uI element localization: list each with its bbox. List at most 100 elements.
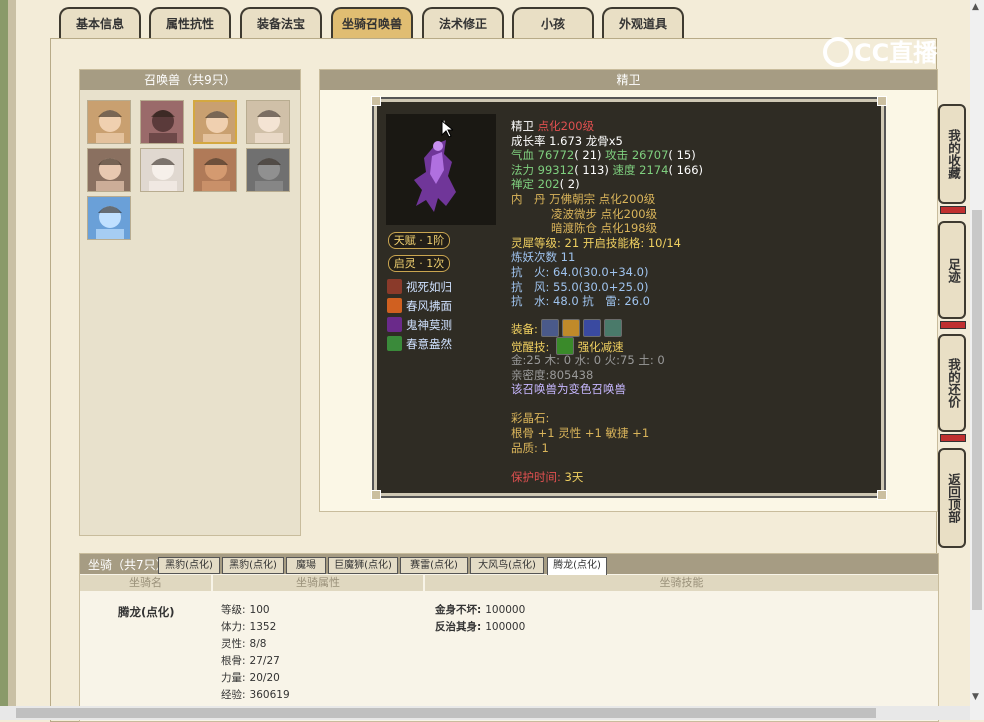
side-button-divider xyxy=(940,321,966,329)
pet-extra-info: 金:25 木: 0 水: 0 火:75 土: 0 亲密度:805438 该召唤兽… xyxy=(511,353,665,484)
summon-thumb[interactable] xyxy=(193,100,237,144)
tab-6[interactable]: 外观道具 xyxy=(602,7,684,38)
equip-slot-icon[interactable] xyxy=(540,319,559,337)
pet-name: 精卫 xyxy=(511,119,534,133)
tab-5[interactable]: 小孩 xyxy=(512,7,594,38)
card-corner xyxy=(371,490,381,500)
summon-thumb[interactable] xyxy=(87,148,131,192)
pet-skill-row[interactable]: 鬼神莫测 xyxy=(387,317,452,333)
mount-tab-6[interactable]: 腾龙(点化) xyxy=(547,557,607,576)
equip-row: 装备: xyxy=(511,319,622,337)
mount-attr-value: 360619 xyxy=(249,689,290,701)
awake-skill-name: 强化减速 xyxy=(577,340,624,354)
mount-tab-0[interactable]: 黑豹(点化) xyxy=(158,557,220,574)
scroll-down-arrow-icon[interactable]: ▼ xyxy=(972,692,979,702)
elements: 金:25 木: 0 水: 0 火:75 土: 0 xyxy=(511,353,665,367)
mount-attr-value: 27/27 xyxy=(249,655,280,667)
summon-thumb[interactable] xyxy=(87,196,131,240)
mount-attr-row: 灵性: 8/8 xyxy=(221,636,266,653)
inner-dan-label: 内 丹 xyxy=(511,191,546,206)
pet-skill-name: 春意盎然 xyxy=(406,337,452,351)
summon-thumb[interactable] xyxy=(140,148,184,192)
col-mount-attr: 坐骑属性 xyxy=(213,575,423,591)
skill-grid-label: 开启技能格: xyxy=(582,235,645,250)
cc-live-logo-icon: CC直播 xyxy=(823,37,938,67)
col-mount-name: 坐骑名 xyxy=(80,575,211,591)
mount-tab-1[interactable]: 黑豹(点化) xyxy=(222,557,284,574)
mount-skill-value: 100000 xyxy=(485,621,526,633)
spd-plus: ( 166) xyxy=(668,162,704,177)
summon-thumb[interactable] xyxy=(193,148,237,192)
side-button-0[interactable]: 我的收藏 xyxy=(938,104,966,204)
scroll-up-arrow-icon[interactable]: ▲ xyxy=(972,2,979,12)
resist-fire: 抗 火: 64.0(30.0+34.0) xyxy=(511,264,649,279)
pet-detail-title: 精卫 xyxy=(320,70,937,90)
summon-thumb[interactable] xyxy=(246,100,290,144)
skill-grid-value: 10/14 xyxy=(647,235,682,250)
mount-tab-4[interactable]: 赛雷(点化) xyxy=(400,557,468,574)
tab-4[interactable]: 法术修正 xyxy=(422,7,504,38)
summon-thumb[interactable] xyxy=(246,148,290,192)
summon-thumb[interactable] xyxy=(87,100,131,144)
mount-attr-row: 等级: 100 xyxy=(221,602,270,619)
tab-0[interactable]: 基本信息 xyxy=(59,7,141,38)
vertical-scroll-thumb[interactable] xyxy=(972,210,982,610)
inner-dan-1: 万佛朝宗 点化200级 xyxy=(549,191,656,206)
pet-skill-icon xyxy=(387,336,402,351)
variant-note: 该召唤兽为变色召唤兽 xyxy=(511,382,626,397)
tab-3[interactable]: 坐骑召唤兽 xyxy=(331,7,413,38)
side-button-3[interactable]: 返回顶部 xyxy=(938,448,966,548)
protect-label: 保护时间: xyxy=(511,469,561,484)
mp-plus: ( 113) xyxy=(574,162,609,177)
mount-tab-3[interactable]: 巨魔狮(点化) xyxy=(328,557,398,574)
equip-slot-icon[interactable] xyxy=(561,319,580,337)
pet-info-text: 精卫 点化200级 成长率 1.673 龙骨x5 气血 76772( 21) 攻… xyxy=(511,119,703,309)
zen-label: 禅定 xyxy=(511,177,534,192)
zen-value: 202 xyxy=(537,177,560,192)
side-button-2[interactable]: 我的还价 xyxy=(938,334,966,432)
summon-thumb[interactable] xyxy=(140,100,184,144)
pet-skill-icon xyxy=(387,279,402,294)
gem-label: 彩晶石: xyxy=(511,411,550,426)
pet-skill-row[interactable]: 春意盎然 xyxy=(387,336,452,352)
mp-value: 99312 xyxy=(537,162,575,177)
mount-tab-2[interactable]: 魔瑒 xyxy=(286,557,326,574)
mount-attr-row: 体力: 1352 xyxy=(221,619,276,636)
hp-value: 76772 xyxy=(537,148,575,163)
mount-attr-label: 经验: xyxy=(221,689,246,701)
horizontal-scroll-thumb[interactable] xyxy=(16,708,876,718)
tab-1[interactable]: 属性抗性 xyxy=(149,7,231,38)
left-edge-inner xyxy=(8,0,16,720)
refine-count: 炼妖次数 11 xyxy=(511,250,576,265)
pet-skill-name: 视死如归 xyxy=(406,280,452,294)
pet-skill-name: 鬼神莫测 xyxy=(406,318,452,332)
soul-label: 灵犀等级: xyxy=(511,235,561,250)
mount-attr-value: 8/8 xyxy=(249,638,267,650)
pet-skill-row[interactable]: 视死如归 xyxy=(387,279,452,295)
spd-label: 速度 xyxy=(612,162,636,177)
side-button-1[interactable]: 足迹 xyxy=(938,221,966,319)
mouse-cursor-icon xyxy=(441,120,453,138)
qiling-badge[interactable]: 启灵 · 1次 xyxy=(388,255,450,272)
pet-skill-row[interactable]: 春风拂面 xyxy=(387,298,452,314)
mount-skill-value: 100000 xyxy=(485,604,526,616)
equip-slot-icon[interactable] xyxy=(603,319,622,337)
mount-attr-label: 体力: xyxy=(221,621,246,633)
card-corner xyxy=(877,96,887,106)
card-corner xyxy=(877,490,887,500)
mount-tab-5[interactable]: 大风鸟(点化) xyxy=(470,557,544,574)
inner-dan-3: 暗渡陈仓 点化198级 xyxy=(551,221,658,236)
pet-skill-icon xyxy=(387,317,402,332)
pet-transform: 点化200级 xyxy=(537,119,595,133)
tab-2[interactable]: 装备法宝 xyxy=(240,7,322,38)
talent-badge[interactable]: 天赋 · 1阶 xyxy=(388,232,450,249)
atk-plus: ( 15) xyxy=(668,148,696,163)
atk-value: 26707 xyxy=(631,148,669,163)
mount-attr-label: 根骨: xyxy=(221,655,246,667)
equip-slot-icon[interactable] xyxy=(582,319,601,337)
mount-panel-title: 坐骑（共7只） xyxy=(88,558,168,572)
atk-label: 攻击 xyxy=(605,148,629,163)
mp-label: 法力 xyxy=(511,162,534,177)
mount-skill-label: 反治其身: xyxy=(435,621,482,633)
protect-value: 3天 xyxy=(564,469,584,484)
